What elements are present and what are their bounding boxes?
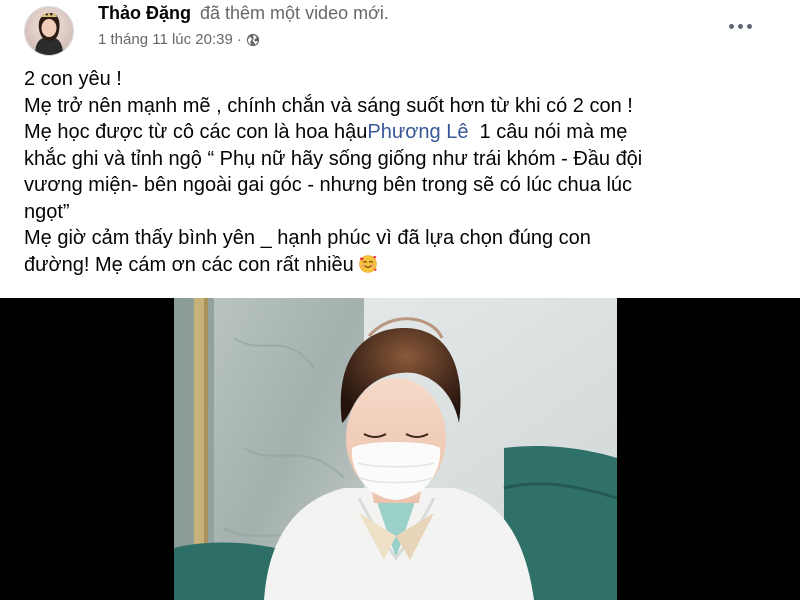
post-header: Thảo Đặng đã thêm một video mới. 1 tháng… [0,0,800,62]
post-action-text: đã thêm một video mới. [200,3,389,23]
message-line: đường! Mẹ cám ơn các con rất nhiều [24,252,764,279]
facebook-post: Thảo Đặng đã thêm một video mới. 1 tháng… [0,0,800,600]
meta-separator: · [236,31,242,48]
message-line: Mẹ học được từ cô các con là hoa hậuPhươ… [24,119,764,146]
post-meta: 1 tháng 11 lúc 20:39 · [98,31,260,48]
message-line: khắc ghi và tỉnh ngộ “ Phụ nữ hãy sống g… [24,147,643,170]
author-name[interactable]: Thảo Đặng [98,3,191,23]
more-options-icon [728,23,752,29]
message-line: ngọt” [24,200,70,223]
author-avatar[interactable] [24,6,74,56]
post-message: 2 con yêu ! Mẹ trở nên mạnh mẽ , chính c… [24,66,764,278]
mention-link[interactable]: Phương Lê [367,121,468,143]
message-line: Mẹ giờ cảm thấy bình yên _ hạnh phúc vì … [24,227,591,249]
more-options-button[interactable] [722,10,758,42]
post-timestamp[interactable]: 1 tháng 11 lúc 20:39 [98,31,233,48]
message-line: vương miện- bên ngoài gai góc - nhưng bê… [24,174,633,196]
smiling-face-with-hearts-icon [358,254,378,274]
avatar-image [25,7,73,55]
message-text: 1 câu nói mà mẹ [468,121,628,143]
video-player[interactable] [0,298,800,600]
video-thumbnail [174,298,617,600]
message-line: Mẹ trở nên mạnh mẽ , chính chắn và sáng … [24,94,633,117]
message-text: Mẹ học được từ cô các con là hoa hậu [24,121,368,143]
message-text: đường! Mẹ cám ơn các con rất nhiều [24,253,354,276]
author-line: Thảo Đặng đã thêm một video mới. [98,3,389,24]
message-line: 2 con yêu ! [24,68,122,90]
globe-icon[interactable] [246,33,260,47]
